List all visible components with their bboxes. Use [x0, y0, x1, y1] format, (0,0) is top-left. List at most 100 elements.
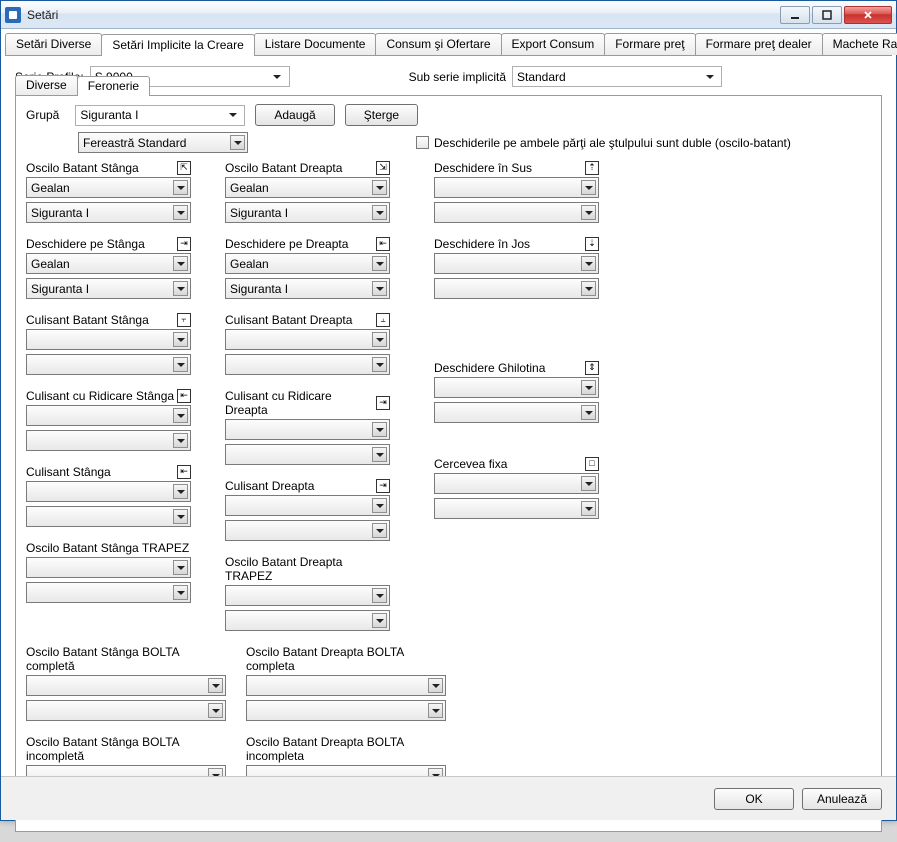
opening-combo-1[interactable]: [434, 473, 599, 494]
opening-combo-1[interactable]: Gealan: [225, 177, 390, 198]
chevron-down-icon: [173, 585, 188, 600]
opening-combo-2[interactable]: [434, 402, 599, 423]
opening-label: Oscilo Batant Stânga TRAPEZ: [26, 541, 189, 555]
opening-combo-1[interactable]: [434, 377, 599, 398]
opening-combo-2[interactable]: [26, 354, 191, 375]
opening-combo-2[interactable]: [26, 582, 191, 603]
opening-combo-1[interactable]: [225, 495, 390, 516]
opening-combo-2[interactable]: [225, 444, 390, 465]
tab-setari-diverse[interactable]: Setări Diverse: [5, 33, 102, 55]
chevron-down-icon: [581, 205, 596, 220]
opening-combo-1[interactable]: [225, 419, 390, 440]
opening-combo-2[interactable]: [26, 506, 191, 527]
opening-combo-1[interactable]: [246, 675, 446, 696]
opening-combo-2[interactable]: Siguranta I: [225, 278, 390, 299]
opening-combo-1[interactable]: [225, 585, 390, 606]
opening-combo-2[interactable]: [225, 354, 390, 375]
titlebar[interactable]: Setări: [1, 1, 896, 29]
chevron-down-icon: [428, 703, 443, 718]
chevron-down-icon: [225, 108, 240, 123]
opening-label: Cercevea fixa: [434, 457, 507, 471]
delete-button[interactable]: Şterge: [345, 104, 418, 126]
chevron-down-icon: [173, 281, 188, 296]
chevron-down-icon: [173, 357, 188, 372]
opening-combo-2[interactable]: [225, 520, 390, 541]
tab-formare-pret[interactable]: Formare preţ: [604, 33, 695, 55]
subseries-combo[interactable]: Standard: [512, 66, 722, 87]
opening-combo-1[interactable]: [26, 675, 226, 696]
opening-combo-2[interactable]: [246, 700, 446, 721]
opening-symbol-icon: ⇤: [177, 465, 191, 479]
opening-combo-1[interactable]: Gealan: [26, 177, 191, 198]
group-combo[interactable]: Siguranta I: [75, 105, 245, 126]
window-title: Setări: [27, 8, 780, 22]
tab-feronerie[interactable]: Feronerie: [77, 76, 150, 96]
opening-block: Oscilo Batant Dreapta BOLTA completa: [246, 645, 446, 725]
tab-diverse[interactable]: Diverse: [15, 75, 78, 95]
opening-combo-1[interactable]: [225, 329, 390, 350]
opening-symbol-icon: ⇲: [376, 161, 390, 175]
opening-combo-2[interactable]: [434, 202, 599, 223]
opening-block: Culisant Stânga⇤: [26, 465, 191, 531]
chevron-down-icon: [372, 205, 387, 220]
close-button[interactable]: [844, 6, 892, 24]
opening-combo-1[interactable]: [26, 329, 191, 350]
tab-machete-rapoarte[interactable]: Machete Rapoarte: [822, 33, 897, 55]
tab-export-consum[interactable]: Export Consum: [501, 33, 606, 55]
opening-label: Deschidere Ghilotina: [434, 361, 545, 375]
opening-combo-2[interactable]: [26, 430, 191, 451]
tab-formare-pret-dealer[interactable]: Formare preţ dealer: [695, 33, 823, 55]
opening-label: Oscilo Batant Dreapta: [225, 161, 342, 175]
opening-label: Oscilo Batant Dreapta BOLTA incompleta: [246, 735, 446, 763]
chevron-down-icon: [372, 498, 387, 513]
opening-combo-2[interactable]: [26, 700, 226, 721]
chevron-down-icon: [208, 703, 223, 718]
window-type-combo[interactable]: Fereastră Standard: [78, 132, 248, 153]
opening-block: Deschidere Ghilotina ⇕: [434, 361, 599, 427]
opening-symbol-icon: ⫟: [177, 313, 191, 327]
ok-button[interactable]: OK: [714, 788, 794, 810]
opening-block: Culisant Batant Stânga ⫟: [26, 313, 191, 379]
opening-combo-2[interactable]: [434, 278, 599, 299]
tab-listare-documente[interactable]: Listare Documente: [254, 33, 377, 55]
dialog-footer: OK Anulează: [1, 776, 896, 820]
opening-label: Culisant Batant Stânga: [26, 313, 149, 327]
opening-combo-1[interactable]: [26, 405, 191, 426]
double-openings-checkbox[interactable]: [416, 136, 429, 149]
chevron-down-icon: [581, 281, 596, 296]
add-button[interactable]: Adaugă: [255, 104, 334, 126]
opening-combo-1[interactable]: [26, 481, 191, 502]
chevron-down-icon: [173, 205, 188, 220]
chevron-down-icon: [270, 69, 285, 84]
opening-combo-2[interactable]: Siguranta I: [225, 202, 390, 223]
feronerie-panel: Grupă Siguranta I Adaugă Şterge Fereastr…: [15, 95, 882, 832]
opening-block: Deschidere în Sus⇡: [434, 161, 599, 227]
opening-block: Oscilo Batant Stânga⇱GealanSiguranta I: [26, 161, 191, 227]
tab-consum-ofertare[interactable]: Consum şi Ofertare: [375, 33, 501, 55]
subseries-value: Standard: [517, 70, 566, 84]
opening-combo-1[interactable]: Gealan: [225, 253, 390, 274]
opening-combo-2[interactable]: Siguranta I: [26, 202, 191, 223]
opening-label: Deschidere în Jos: [434, 237, 530, 251]
minimize-button[interactable]: [780, 6, 810, 24]
maximize-button[interactable]: [812, 6, 842, 24]
opening-symbol-icon: ⇥: [376, 396, 390, 410]
chevron-down-icon: [372, 447, 387, 462]
opening-block: Culisant cu Ridicare Stânga⇤: [26, 389, 191, 455]
opening-symbol-icon: ⇕: [585, 361, 599, 375]
cancel-button[interactable]: Anulează: [802, 788, 882, 810]
opening-block: Oscilo Batant Stânga TRAPEZ: [26, 541, 191, 607]
chevron-down-icon: [372, 588, 387, 603]
opening-combo-1[interactable]: [434, 177, 599, 198]
opening-combo-2[interactable]: [434, 498, 599, 519]
opening-label: Deschidere pe Stânga: [26, 237, 145, 251]
opening-combo-1[interactable]: [26, 557, 191, 578]
settings-window: Setări Setări Diverse Setări Implicite l…: [0, 0, 897, 821]
opening-combo-1[interactable]: [434, 253, 599, 274]
opening-combo-2[interactable]: [225, 610, 390, 631]
opening-combo-2[interactable]: Siguranta I: [26, 278, 191, 299]
chevron-down-icon: [173, 509, 188, 524]
opening-combo-1[interactable]: Gealan: [26, 253, 191, 274]
opening-symbol-icon: ⇤: [376, 237, 390, 251]
tab-setari-implicite[interactable]: Setări Implicite la Creare: [101, 34, 254, 56]
